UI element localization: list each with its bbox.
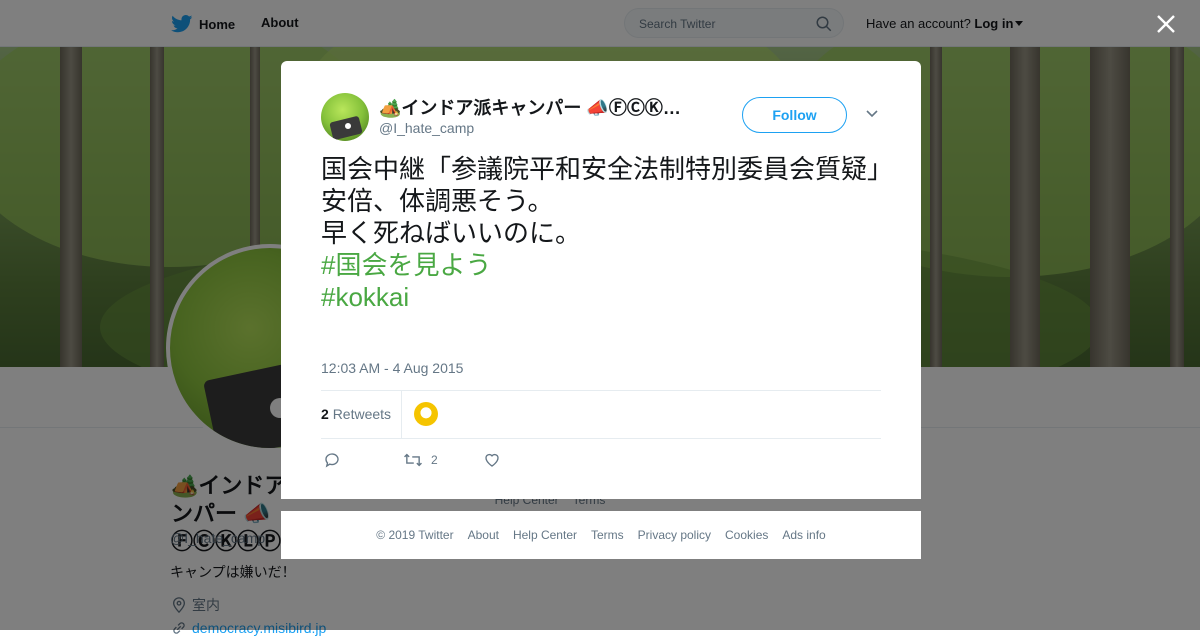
tweet-stats: 2 Retweets <box>321 390 881 439</box>
retweets-label: Retweets <box>332 406 392 422</box>
footer-link-privacy[interactable]: Privacy policy <box>638 528 711 542</box>
footer-link-ads[interactable]: Ads info <box>782 528 825 542</box>
hashtag-link[interactable]: #kokkai <box>321 281 881 313</box>
follow-button[interactable]: Follow <box>742 97 847 133</box>
reply-button[interactable] <box>323 451 341 469</box>
author-name[interactable]: 🏕️インドア派キャンパー 📣ⒻⒸⓀⓁⓅⒹ🔥 <box>379 94 689 120</box>
stats-divider <box>401 391 402 438</box>
close-icon[interactable] <box>1155 13 1177 35</box>
footer-link-cookies[interactable]: Cookies <box>725 528 768 542</box>
tweet-text: 国会中継「参議院平和安全法制特別委員会質疑」 安倍、体調悪そう。 早く死ねばいい… <box>321 153 894 313</box>
retweeter-avatar[interactable] <box>414 402 438 426</box>
retweets-count: 2 <box>321 406 329 422</box>
retweet-count: 2 <box>431 453 438 467</box>
tweet-actions: 2 <box>321 447 881 471</box>
tweet-line: 早く死ねばいいのに。 <box>321 218 582 248</box>
hashtag-link[interactable]: #国会を見よう <box>321 249 881 281</box>
modal-footer: © 2019 Twitter About Help Center Terms P… <box>281 511 921 559</box>
retweet-icon <box>404 453 422 467</box>
retweet-button[interactable]: 2 <box>403 451 438 469</box>
footer-link-terms[interactable]: Terms <box>591 528 624 542</box>
chevron-down-icon[interactable] <box>865 109 879 119</box>
footer-link-help[interactable]: Help Center <box>513 528 577 542</box>
tweet-timestamp[interactable]: 12:03 AM - 4 Aug 2015 <box>321 360 463 376</box>
tweet-line: 国会中継「参議院平和安全法制特別委員会質疑」 <box>321 154 894 184</box>
author-handle[interactable]: @I_hate_camp <box>379 120 474 136</box>
like-button[interactable] <box>483 451 501 469</box>
author-avatar[interactable] <box>321 93 369 141</box>
like-icon <box>485 453 499 467</box>
retweets-stat[interactable]: 2 Retweets <box>321 406 391 422</box>
footer-link-about[interactable]: About <box>468 528 499 542</box>
tweet-line: 安倍、体調悪そう。 <box>321 186 554 216</box>
tweet-modal: 🏕️インドア派キャンパー 📣ⒻⒸⓀⓁⓅⒹ🔥 @I_hate_camp Follo… <box>281 61 921 499</box>
footer-copyright: © 2019 Twitter <box>376 528 454 542</box>
reply-icon <box>325 453 339 468</box>
